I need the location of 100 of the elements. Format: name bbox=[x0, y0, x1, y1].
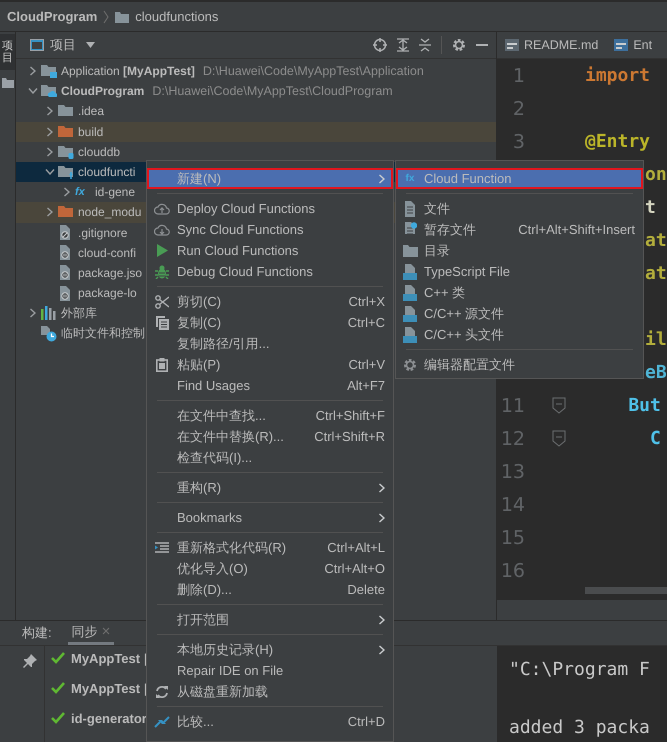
menu-item[interactable]: 重新格式化代码(R) Ctrl+Alt+L bbox=[147, 537, 393, 558]
menu-item[interactable]: TypeScript File bbox=[396, 261, 643, 282]
menu-item[interactable]: 文件 bbox=[396, 198, 643, 219]
tree-item-label[interactable]: CloudProgram bbox=[61, 84, 144, 98]
project-breadcrumb[interactable]: CloudProgram bbox=[7, 9, 98, 24]
code-text: at bbox=[645, 263, 667, 284]
tree-item-label[interactable]: .idea bbox=[78, 104, 104, 118]
editor-tab[interactable]: Ent bbox=[606, 32, 660, 58]
folder-icon bbox=[115, 10, 130, 22]
line-number: 1 bbox=[512, 64, 525, 86]
expand-all-icon[interactable] bbox=[397, 38, 409, 52]
menu-item[interactable]: 检查代码(I)... bbox=[147, 447, 393, 468]
menu-item[interactable]: 从磁盘重新加载 bbox=[147, 681, 393, 702]
compare-icon bbox=[154, 714, 170, 728]
module-folder-icon bbox=[41, 84, 57, 98]
shortcut-text: Ctrl+Alt+O bbox=[324, 561, 385, 576]
shortcut-text: Ctrl+V bbox=[348, 357, 385, 372]
menu-item[interactable]: C/C++ 源文件 bbox=[396, 303, 643, 324]
format-icon bbox=[155, 542, 169, 553]
build-result-text[interactable]: id-generator bbox=[71, 710, 147, 726]
line-number: 14 bbox=[500, 494, 525, 516]
tree-item-label[interactable]: 外部库 bbox=[61, 304, 97, 322]
pin-icon[interactable] bbox=[23, 654, 37, 668]
code-text: eB bbox=[645, 362, 667, 383]
sync-tab[interactable]: 同步 × bbox=[68, 621, 114, 645]
tree-item-label[interactable]: package-lo bbox=[78, 286, 137, 300]
menu-item[interactable]: Debug Cloud Functions bbox=[147, 261, 393, 282]
tree-item-label[interactable]: .gitignore bbox=[78, 226, 128, 240]
line-number: 16 bbox=[500, 560, 525, 582]
menu-item[interactable]: 剪切(C) Ctrl+X bbox=[147, 291, 393, 312]
tree-item-label[interactable]: Application [MyAppTest] bbox=[61, 64, 195, 78]
menu-item[interactable]: 目录 bbox=[396, 240, 643, 261]
tree-item-label[interactable]: cloudfuncti bbox=[78, 165, 136, 180]
shortcut-text: Ctrl+X bbox=[348, 294, 385, 309]
line-number: 11 bbox=[500, 394, 525, 416]
shortcut-text: Ctrl+D bbox=[348, 714, 385, 729]
horizontal-scrollbar[interactable] bbox=[585, 587, 667, 594]
menu-item[interactable]: 删除(D)... Delete bbox=[147, 579, 393, 600]
tree-item-label[interactable]: package.jso bbox=[78, 266, 142, 280]
menu-item[interactable]: 在文件中替换(R)... Ctrl+Shift+R bbox=[147, 426, 393, 447]
fold-marker-icon[interactable] bbox=[552, 430, 566, 448]
folder-icon bbox=[58, 205, 74, 220]
menu-item[interactable]: 暂存文件 Ctrl+Alt+Shift+Insert bbox=[396, 219, 643, 240]
locate-icon[interactable] bbox=[373, 38, 387, 52]
build-panel-label: 构建: bbox=[22, 624, 52, 642]
module-folder-icon bbox=[41, 64, 57, 78]
tree-item-label[interactable]: 临时文件和控制 bbox=[61, 325, 145, 342]
build-result-text[interactable]: MyAppTest | bbox=[71, 680, 148, 696]
code-text: C bbox=[649, 428, 661, 449]
tree-item-label[interactable]: cloud-confi bbox=[78, 246, 136, 260]
run-icon bbox=[156, 244, 168, 257]
menu-item[interactable]: 编辑器配置文件 bbox=[396, 354, 643, 375]
folder-icon bbox=[58, 124, 74, 139]
copy-icon bbox=[156, 316, 168, 330]
cloud-download-icon bbox=[154, 224, 170, 236]
menu-item[interactable]: Deploy Cloud Functions bbox=[147, 198, 393, 219]
tree-item-label[interactable]: clouddb bbox=[78, 144, 120, 159]
folder-breadcrumb[interactable]: cloudfunctions bbox=[135, 9, 218, 24]
code-text: import bbox=[585, 65, 650, 86]
menu-item[interactable]: Bookmarks bbox=[147, 507, 393, 528]
menu-item[interactable]: C/C++ 头文件 bbox=[396, 324, 643, 345]
tree-item-label[interactable]: id-gene bbox=[95, 185, 136, 200]
code-file-icon bbox=[403, 264, 417, 280]
function-icon: fx bbox=[406, 174, 414, 184]
menu-item[interactable]: 在文件中查找... Ctrl+Shift+F bbox=[147, 405, 393, 426]
chevron-icon bbox=[103, 10, 110, 24]
reload-icon bbox=[155, 684, 169, 698]
fold-marker-icon[interactable] bbox=[552, 396, 566, 414]
caret-icon[interactable] bbox=[86, 42, 95, 48]
menu-item[interactable]: Sync Cloud Functions bbox=[147, 219, 393, 240]
markdown-file-icon bbox=[505, 39, 519, 51]
menu-item[interactable]: 重构(R) bbox=[147, 477, 393, 498]
settings-icon[interactable] bbox=[452, 38, 466, 52]
console-output: "C:\Program F bbox=[509, 660, 651, 680]
menu-item[interactable]: Find Usages Alt+F7 bbox=[147, 375, 393, 396]
menu-item[interactable]: Run Cloud Functions bbox=[147, 240, 393, 261]
line-number: 2 bbox=[512, 98, 525, 120]
menu-item[interactable]: 粘贴(P) Ctrl+V bbox=[147, 354, 393, 375]
tree-item-label[interactable]: build bbox=[78, 124, 104, 139]
menu-item[interactable]: 打开范围 bbox=[147, 609, 393, 630]
menu-item[interactable]: 本地历史记录(H) bbox=[147, 639, 393, 660]
config-file-icon bbox=[58, 245, 71, 260]
code-file-icon bbox=[403, 284, 417, 300]
shortcut-text: Ctrl+Alt+Shift+Insert bbox=[518, 222, 635, 237]
menu-item[interactable]: 复制路径/引用... bbox=[147, 333, 393, 354]
build-result-text[interactable]: MyAppTest | bbox=[71, 650, 148, 666]
code-text: il bbox=[645, 329, 667, 350]
folder-icon[interactable] bbox=[2, 78, 14, 88]
editor-tab[interactable]: README.md bbox=[497, 32, 606, 58]
tree-item-label[interactable]: node_modu bbox=[78, 205, 142, 220]
menu-item[interactable]: 比较... Ctrl+D bbox=[147, 711, 393, 732]
menu-item[interactable]: Repair IDE on File bbox=[147, 660, 393, 681]
menu-item[interactable]: 优化导入(O) Ctrl+Alt+O bbox=[147, 558, 393, 579]
menu-item[interactable]: 复制(C) Ctrl+C bbox=[147, 312, 393, 333]
settings-icon bbox=[403, 358, 417, 372]
panel-title[interactable]: 项目 bbox=[50, 36, 76, 54]
collapse-all-icon[interactable] bbox=[419, 38, 431, 52]
menu-item[interactable]: C++ 类 bbox=[396, 282, 643, 303]
code-file-icon bbox=[403, 306, 417, 322]
project-tool-tab[interactable]: 项目 bbox=[0, 34, 15, 70]
